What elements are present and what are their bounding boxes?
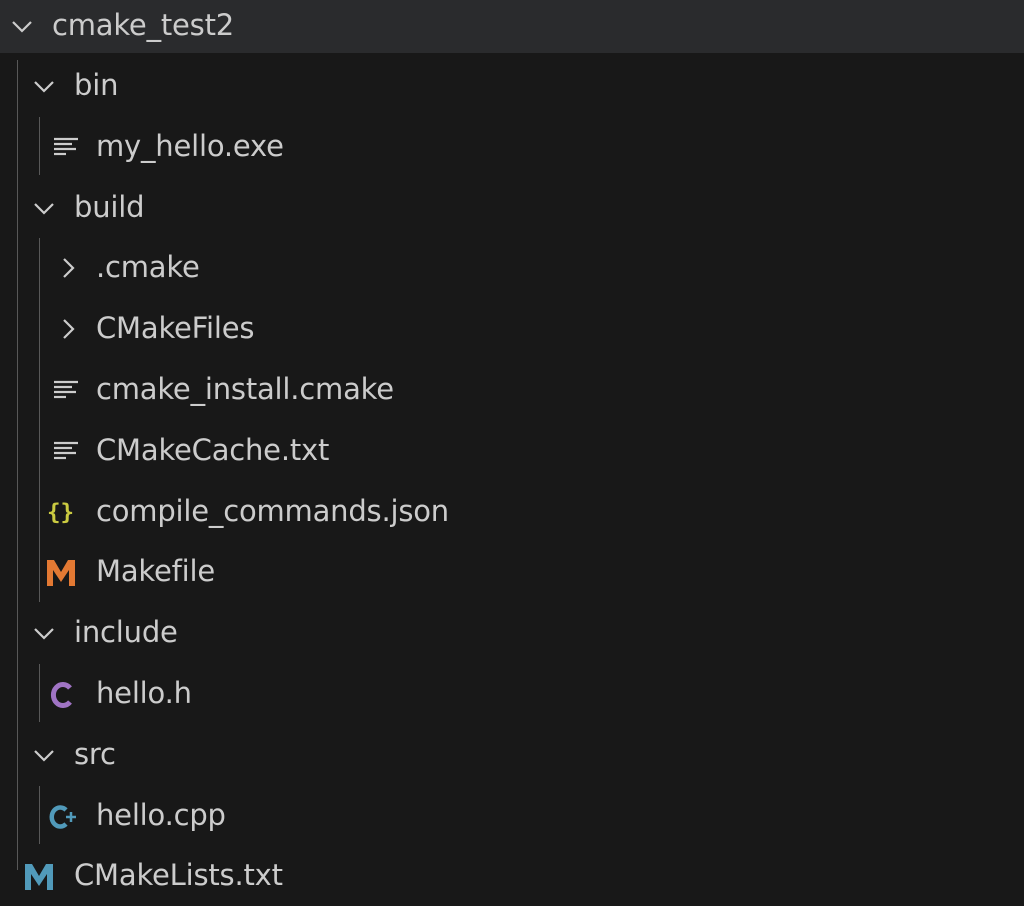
tree-item-cmake-install-cmake[interactable]: cmake_install.cmake [0, 360, 1024, 421]
tree-item-hello-cpp[interactable]: hello.cpp [0, 786, 1024, 847]
tree-item-label: compile_commands.json [96, 494, 449, 528]
cmake-m-icon [25, 864, 53, 890]
file-explorer: cmake_test2 bin my_hello.exe build .cmak… [0, 0, 1024, 906]
tree-item-label: my_hello.exe [96, 129, 284, 163]
chevron-down-icon[interactable] [30, 741, 58, 769]
tree-item-cmakelists-txt[interactable]: CMakeLists.txt [0, 846, 1024, 906]
tree-item-src[interactable]: src [0, 725, 1024, 786]
json-braces-icon: {} [47, 499, 74, 525]
tree-item-label: CMakeCache.txt [96, 433, 330, 467]
tree-item-label: bin [74, 68, 119, 102]
chevron-down-icon[interactable] [30, 194, 58, 222]
tree-item-label: src [74, 737, 116, 771]
tree-item-my-hello-exe[interactable]: my_hello.exe [0, 117, 1024, 178]
tree-item-include[interactable]: include [0, 603, 1024, 664]
tree-item-makefile[interactable]: Makefile [0, 542, 1024, 603]
tree-item-label: hello.h [96, 676, 192, 710]
chevron-down-icon[interactable] [30, 72, 58, 100]
tree-item-label: CMakeFiles [96, 311, 255, 345]
tree-item-hello-h[interactable]: hello.h [0, 664, 1024, 725]
tree-item-cmakecache-txt[interactable]: CMakeCache.txt [0, 421, 1024, 482]
cpp-file-icon [49, 805, 76, 829]
tree-item-label: include [74, 615, 178, 649]
svg-text:{}: {} [47, 499, 74, 525]
tree-item-cmake-test2[interactable]: cmake_test2 [0, 0, 1024, 53]
tree-item-label: cmake_install.cmake [96, 372, 394, 406]
c-header-icon [50, 682, 72, 708]
makefile-m-icon [47, 560, 75, 586]
chevron-down-icon[interactable] [8, 12, 36, 40]
chevron-right-icon[interactable] [54, 254, 82, 282]
tree-item-compile-commands-json[interactable]: {} compile_commands.json [0, 482, 1024, 543]
tree-item-bin[interactable]: bin [0, 56, 1024, 117]
tree-item-cmakefiles[interactable]: CMakeFiles [0, 299, 1024, 360]
text-file-icon [54, 441, 78, 460]
tree-item-build[interactable]: build [0, 178, 1024, 239]
tree-item-label: build [74, 190, 145, 224]
tree-item-label: Makefile [96, 554, 215, 588]
tree-item-label: CMakeLists.txt [74, 858, 283, 892]
tree-item-label: cmake_test2 [52, 8, 235, 42]
tree-item-dot-cmake[interactable]: .cmake [0, 238, 1024, 299]
tree-item-label: .cmake [96, 250, 200, 284]
chevron-down-icon[interactable] [30, 619, 58, 647]
text-file-icon [54, 137, 78, 156]
tree-item-label: hello.cpp [96, 798, 226, 832]
text-file-icon [54, 380, 78, 399]
chevron-right-icon[interactable] [54, 315, 82, 343]
